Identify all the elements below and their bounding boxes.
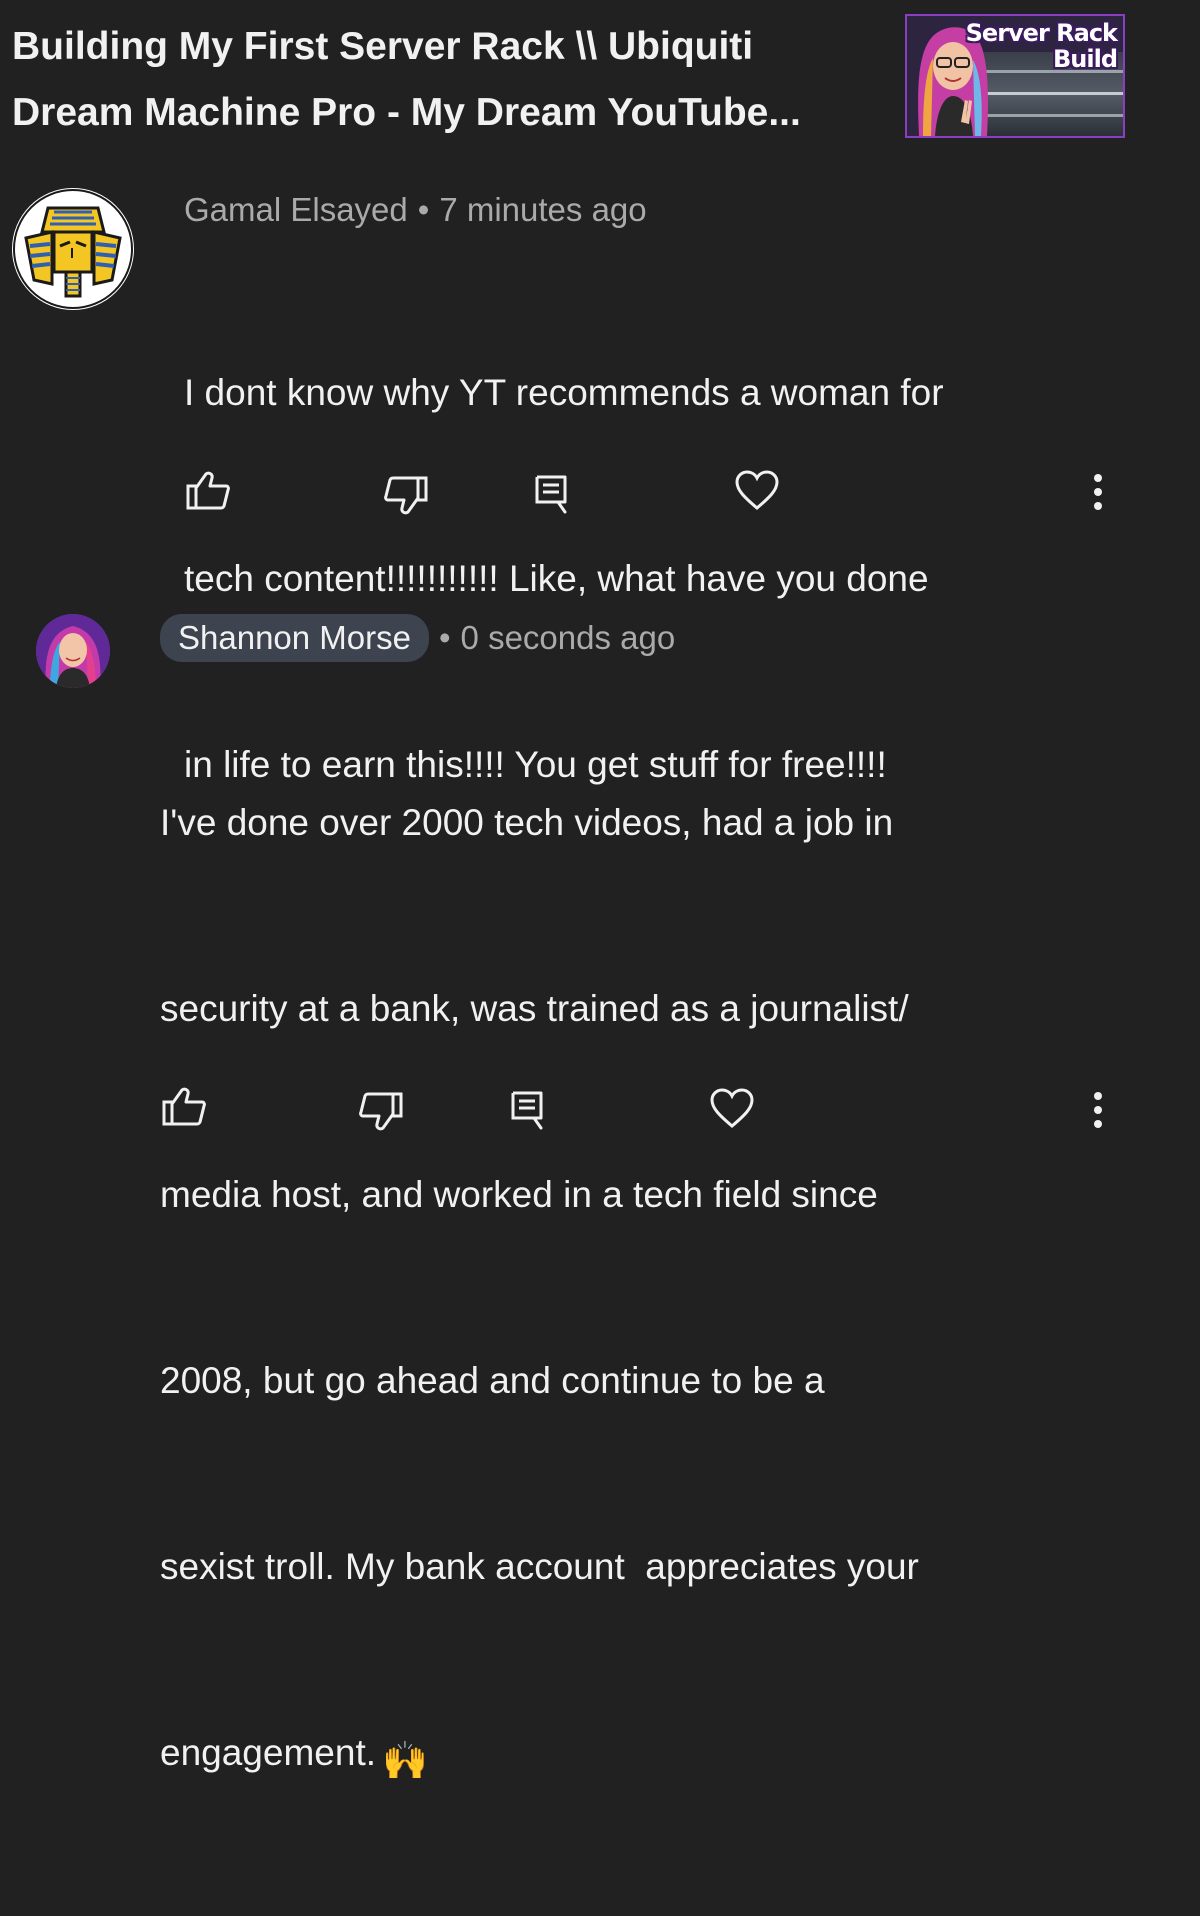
comment-author[interactable]: Gamal Elsayed — [184, 191, 408, 228]
comment-line: tech content!!!!!!!!!!! Like, what have … — [184, 558, 929, 599]
creator-author-chip[interactable]: Shannon Morse — [160, 614, 429, 662]
thumbs-down-icon — [384, 476, 428, 515]
dislike-button[interactable] — [382, 472, 430, 520]
video-title[interactable]: Building My First Server Rack \\ Ubiquit… — [12, 14, 872, 146]
comment-body: I've done over 2000 tech videos, had a j… — [160, 668, 1060, 1916]
thumbnail-title-line-2: Build — [1052, 45, 1118, 73]
raising-hands-emoji: 🙌 — [382, 1740, 429, 1781]
comment-meta: Shannon Morse • 0 seconds ago — [160, 614, 675, 662]
heart-button[interactable] — [708, 1084, 756, 1132]
comment-line: I've done over 2000 tech videos, had a j… — [160, 802, 894, 843]
thumbnail-title-line-1: Server Rack — [965, 19, 1118, 47]
heart-icon — [735, 470, 779, 510]
reply-button[interactable] — [503, 1086, 551, 1134]
meta-separator: • — [438, 619, 451, 656]
like-button[interactable] — [160, 1082, 208, 1130]
video-thumbnail[interactable]: Server Rack Build — [905, 14, 1125, 138]
thumbs-up-icon — [186, 471, 230, 510]
video-header[interactable]: Building My First Server Rack \\ Ubiquit… — [0, 0, 1200, 150]
video-title-line-1: Building My First Server Rack \\ Ubiquit… — [12, 25, 754, 68]
more-options-button[interactable] — [1074, 468, 1122, 516]
heart-button[interactable] — [733, 466, 781, 514]
reply-icon — [511, 1091, 543, 1130]
creator-avatar-icon[interactable] — [36, 614, 110, 688]
more-options-button[interactable] — [1074, 1086, 1122, 1134]
comment-meta: Gamal Elsayed • 7 minutes ago — [184, 188, 647, 232]
more-vert-icon — [1094, 1092, 1102, 1128]
comment-line: media host, and worked in a tech field s… — [160, 1174, 878, 1215]
comment-timestamp[interactable]: 0 seconds ago — [461, 619, 676, 656]
comment-line-last: engagement. 🙌 — [160, 1722, 1060, 1792]
heart-icon — [710, 1088, 754, 1128]
thumbs-down-icon — [359, 1092, 403, 1131]
comment-line-text: engagement. — [160, 1732, 377, 1773]
comment-line: security at a bank, was trained as a jou… — [160, 988, 909, 1029]
more-vert-icon — [1094, 474, 1102, 510]
dislike-button[interactable] — [357, 1088, 405, 1136]
pharaoh-avatar-icon[interactable] — [12, 188, 134, 310]
comment-line: 2008, but go ahead and continue to be a — [160, 1360, 825, 1401]
comment-line: I dont know why YT recommends a woman fo… — [184, 372, 944, 413]
reply-icon — [535, 475, 567, 514]
video-title-line-2: Dream Machine Pro - My Dream YouTube... — [12, 91, 801, 134]
comment-timestamp[interactable]: 7 minutes ago — [439, 191, 646, 228]
thumbs-up-icon — [162, 1087, 206, 1126]
like-button[interactable] — [184, 466, 232, 514]
reply-button[interactable] — [527, 470, 575, 518]
comment-line: sexist troll. My bank account appreciate… — [160, 1546, 919, 1587]
thumbnail-title-text: Server Rack Build — [965, 19, 1118, 73]
meta-separator: • — [417, 191, 430, 228]
